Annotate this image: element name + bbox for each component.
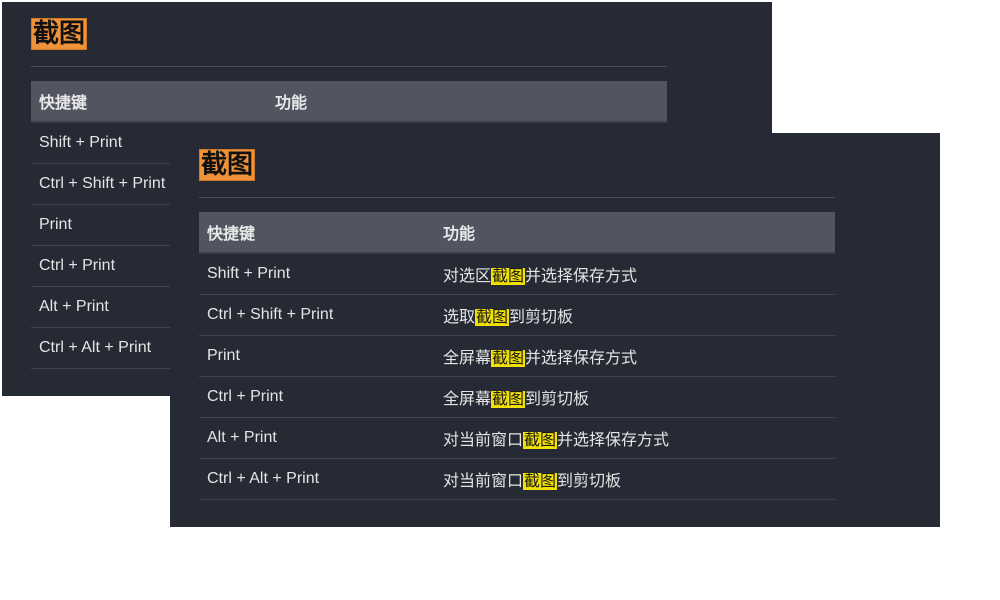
highlight-word: 截图 [475, 309, 510, 326]
shortcut-function: 对当前窗口截图到剪切板 [435, 458, 835, 500]
column-header-function: 功能 [267, 81, 667, 123]
table-row: Print 全屏幕截图并选择保存方式 [199, 335, 835, 377]
shortcut-key: Ctrl + Alt + Print [199, 458, 435, 500]
table-header-row: 快捷键 功能 [31, 81, 667, 123]
column-header-function: 功能 [435, 212, 835, 254]
help-panel-front: 截图 快捷键 功能 Shift + Print 对选区截图并选择保存方式 Ctr… [170, 133, 940, 527]
table-row: Alt + Print 对当前窗口截图并选择保存方式 [199, 417, 835, 459]
table-row: Ctrl + Shift + Print 选取截图到剪切板 [199, 294, 835, 336]
function-text-post: 到剪切板 [557, 473, 622, 490]
panel-title: 截图 [199, 149, 256, 181]
highlight-word: 截图 [491, 350, 526, 367]
function-text-post: 并选择保存方式 [557, 432, 670, 449]
shortcut-key: Ctrl + Print [199, 376, 435, 418]
function-text-pre: 对选区 [443, 268, 492, 285]
function-text-pre: 选取 [443, 309, 476, 326]
divider [31, 66, 667, 67]
divider [199, 197, 835, 198]
highlight-word: 截图 [523, 473, 558, 490]
shortcut-key: Print [199, 335, 435, 377]
shortcut-key: Alt + Print [199, 417, 435, 459]
table-row: Ctrl + Alt + Print 对当前窗口截图到剪切板 [199, 458, 835, 500]
function-text-pre: 全屏幕 [443, 350, 492, 367]
function-text-post: 到剪切板 [509, 309, 574, 326]
column-header-key: 快捷键 [199, 212, 435, 254]
highlight-word: 截图 [491, 268, 526, 285]
shortcut-function: 对选区截图并选择保存方式 [435, 253, 835, 295]
table-header-row: 快捷键 功能 [199, 212, 835, 254]
shortcut-key: Shift + Print [199, 253, 435, 295]
highlight-word: 截图 [491, 391, 526, 408]
function-text-pre: 对当前窗口 [443, 432, 524, 449]
column-header-key: 快捷键 [31, 81, 267, 123]
table-row: Shift + Print 对选区截图并选择保存方式 [199, 253, 835, 295]
function-text-post: 并选择保存方式 [525, 268, 638, 285]
shortcut-function: 全屏幕截图并选择保存方式 [435, 335, 835, 377]
function-text-post: 到剪切板 [525, 391, 590, 408]
panel-title: 截图 [31, 18, 88, 50]
shortcut-function: 选取截图到剪切板 [435, 294, 835, 336]
shortcut-table: 快捷键 功能 Shift + Print 对选区截图并选择保存方式 Ctrl +… [199, 212, 835, 500]
function-text-post: 并选择保存方式 [525, 350, 638, 367]
highlight-word: 截图 [523, 432, 558, 449]
function-text-pre: 全屏幕 [443, 391, 492, 408]
shortcut-function: 对当前窗口截图并选择保存方式 [435, 417, 835, 459]
shortcut-key: Ctrl + Shift + Print [199, 294, 435, 336]
shortcut-function: 全屏幕截图到剪切板 [435, 376, 835, 418]
table-row: Ctrl + Print 全屏幕截图到剪切板 [199, 376, 835, 418]
function-text-pre: 对当前窗口 [443, 473, 524, 490]
